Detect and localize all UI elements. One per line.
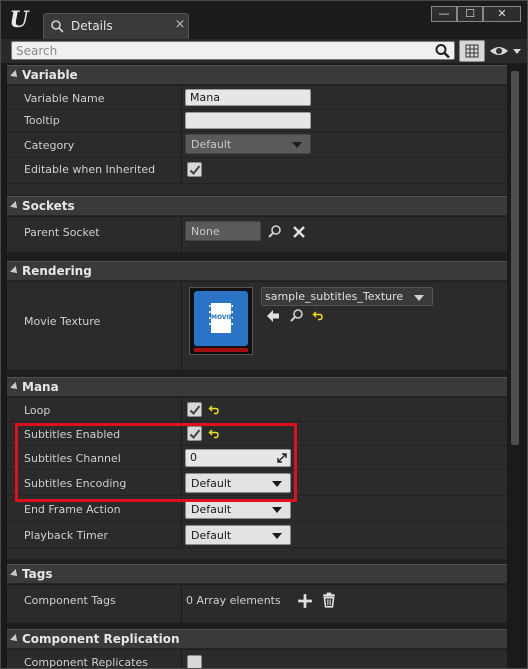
tab-details[interactable]: Details ×: [43, 13, 189, 39]
add-element-icon[interactable]: [297, 593, 313, 609]
title-bar: U Details × — ☐ ✕: [1, 1, 527, 39]
component-replicates-checkbox[interactable]: [187, 655, 202, 668]
tab-close-button[interactable]: ×: [174, 17, 186, 33]
section-title: Tags: [22, 567, 53, 581]
row-parent-socket: Parent Socket None: [7, 217, 507, 253]
thumbnail-text: MOVIE: [211, 314, 233, 321]
maximize-button[interactable]: ☐: [457, 6, 483, 22]
reset-to-default-icon[interactable]: [208, 404, 220, 416]
search-row: [1, 39, 527, 63]
details-tab-icon: [51, 20, 64, 33]
section-title: Variable: [22, 68, 78, 82]
clear-icon[interactable]: [291, 224, 307, 240]
section-component-replication[interactable]: Component Replication: [7, 629, 507, 649]
property-label: Variable Name: [24, 92, 105, 105]
property-label: Category: [24, 139, 75, 152]
asset-thumbnail[interactable]: MOVIE: [189, 287, 253, 355]
search-icon[interactable]: [434, 43, 452, 59]
use-selected-arrow-icon[interactable]: [265, 308, 281, 324]
tooltip-field[interactable]: [185, 112, 311, 129]
collapse-arrow-icon: [10, 382, 20, 392]
section-title: Rendering: [22, 264, 92, 278]
grid-view-icon: [465, 44, 479, 58]
section-tags[interactable]: Tags: [7, 564, 507, 584]
editable-when-inherited-checkbox[interactable]: [187, 162, 202, 177]
collapse-arrow-icon: [10, 201, 20, 211]
search-input[interactable]: [16, 43, 426, 59]
collapse-arrow-icon: [10, 266, 20, 276]
category-value: Default: [191, 138, 232, 151]
row-component-tags: Component Tags 0 Array elements: [7, 585, 507, 623]
browse-search-icon[interactable]: [289, 308, 305, 324]
property-label: Editable when Inherited: [24, 163, 156, 176]
end-frame-action-dropdown[interactable]: Default: [185, 499, 291, 519]
row-editable-when-inherited: Editable when Inherited: [7, 158, 507, 184]
chevron-down-icon: [414, 295, 424, 301]
checkmark-icon: [189, 405, 201, 415]
search-icon[interactable]: [267, 224, 283, 240]
tab-label: Details: [71, 19, 113, 33]
chevron-down-icon: [272, 533, 282, 539]
highlight-box: [15, 423, 297, 502]
vertical-scrollbar[interactable]: [509, 65, 521, 668]
property-label: Component Replicates: [24, 656, 148, 668]
chevron-down-icon: [292, 142, 302, 148]
collapse-arrow-icon: [10, 634, 20, 644]
row-spacer: [7, 548, 507, 560]
trash-icon[interactable]: [321, 592, 337, 608]
loop-checkbox[interactable]: [187, 402, 202, 417]
chevron-down-icon: [513, 49, 521, 54]
property-label: Tooltip: [24, 114, 60, 127]
collapse-arrow-icon: [10, 569, 20, 579]
category-dropdown[interactable]: Default: [185, 134, 311, 154]
property-label: Movie Texture: [24, 315, 101, 328]
reset-to-default-icon[interactable]: [312, 310, 324, 322]
close-window-button[interactable]: ✕: [483, 6, 521, 22]
array-count-text: 0 Array elements: [186, 594, 281, 607]
scrollbar-thumb[interactable]: [511, 71, 519, 445]
row-variable-name: Variable Name Mana: [7, 86, 507, 110]
property-label: Component Tags: [24, 594, 116, 607]
eye-icon: [490, 47, 521, 55]
row-category: Category Default: [7, 132, 507, 158]
row-tooltip: Tooltip: [7, 110, 507, 132]
row-loop: Loop: [7, 398, 507, 422]
details-panel: Variable Variable Name Mana Tooltip Cate…: [7, 65, 507, 668]
row-spacer: [7, 184, 507, 196]
property-label: Playback Timer: [24, 529, 109, 542]
unreal-logo-icon: U: [9, 7, 29, 33]
playback-timer-dropdown[interactable]: Default: [185, 525, 291, 545]
chevron-down-icon: [272, 507, 282, 513]
section-sockets[interactable]: Sockets: [7, 196, 507, 216]
row-component-replicates: Component Replicates: [7, 650, 507, 668]
asset-name: sample_subtitles_Texture: [265, 290, 404, 303]
collapse-arrow-icon: [10, 70, 20, 80]
checkmark-icon: [189, 165, 201, 175]
section-title: Component Replication: [22, 632, 180, 646]
view-options-button[interactable]: [489, 42, 523, 60]
dropdown-value: Default: [191, 529, 232, 542]
parent-socket-field[interactable]: None: [185, 221, 261, 241]
property-label: End Frame Action: [24, 503, 121, 516]
minimize-button[interactable]: —: [431, 6, 457, 22]
row-movie-texture: Movie Texture MOVIE sample_subtitles_Tex…: [7, 282, 507, 370]
search-field[interactable]: [11, 41, 455, 60]
section-title: Mana: [22, 380, 59, 394]
row-playback-timer: Playback Timer Default: [7, 522, 507, 548]
property-label: Loop: [24, 404, 51, 417]
dropdown-value: Default: [191, 503, 232, 516]
section-rendering[interactable]: Rendering: [7, 261, 507, 281]
details-window: U Details × — ☐ ✕ Search Variable Variab…: [0, 0, 528, 669]
variable-name-field[interactable]: Mana: [185, 89, 311, 106]
section-variable[interactable]: Variable: [7, 65, 507, 85]
section-mana[interactable]: Mana: [7, 377, 507, 397]
property-matrix-button[interactable]: [459, 40, 485, 62]
property-label: Parent Socket: [24, 226, 100, 239]
movie-texture-dropdown[interactable]: sample_subtitles_Texture: [261, 287, 433, 306]
section-title: Sockets: [22, 199, 75, 213]
